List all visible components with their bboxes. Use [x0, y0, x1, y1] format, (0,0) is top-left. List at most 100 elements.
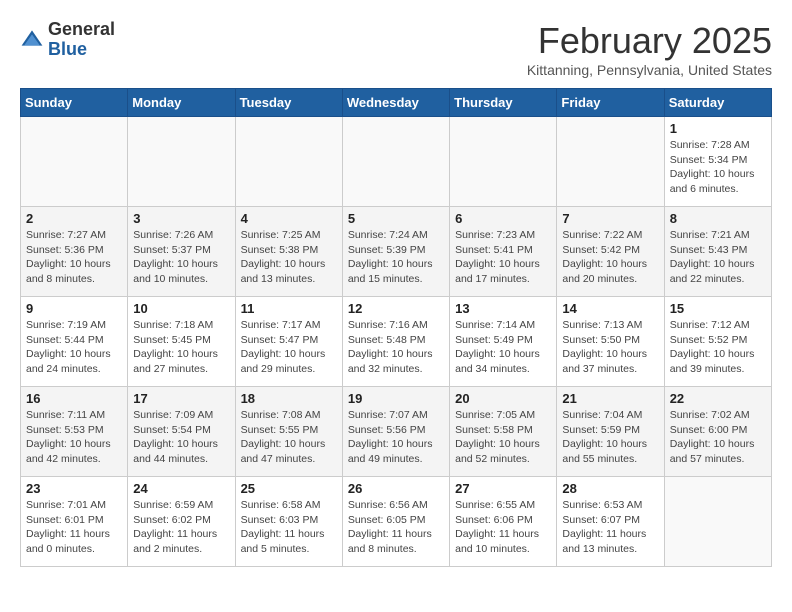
- day-number: 5: [348, 211, 444, 226]
- calendar-day-cell: [342, 117, 449, 207]
- logo-blue-text: Blue: [48, 39, 87, 59]
- calendar-week-row: 1 Sunrise: 7:28 AMSunset: 5:34 PMDaylight…: [21, 117, 772, 207]
- day-info: Sunrise: 7:21 AMSunset: 5:43 PMDaylight:…: [670, 228, 766, 287]
- calendar-day-cell: 19 Sunrise: 7:07 AMSunset: 5:56 PMDayligh…: [342, 387, 449, 477]
- day-info: Sunrise: 7:04 AMSunset: 5:59 PMDaylight:…: [562, 408, 658, 467]
- day-number: 19: [348, 391, 444, 406]
- day-info: Sunrise: 7:25 AMSunset: 5:38 PMDaylight:…: [241, 228, 337, 287]
- day-info: Sunrise: 7:02 AMSunset: 6:00 PMDaylight:…: [670, 408, 766, 467]
- calendar-week-row: 2 Sunrise: 7:27 AMSunset: 5:36 PMDaylight…: [21, 207, 772, 297]
- calendar-day-cell: 11 Sunrise: 7:17 AMSunset: 5:47 PMDayligh…: [235, 297, 342, 387]
- location-subtitle: Kittanning, Pennsylvania, United States: [527, 62, 772, 78]
- calendar-day-cell: 26 Sunrise: 6:56 AMSunset: 6:05 PMDayligh…: [342, 477, 449, 567]
- day-info: Sunrise: 6:56 AMSunset: 6:05 PMDaylight:…: [348, 498, 444, 557]
- calendar-day-cell: 13 Sunrise: 7:14 AMSunset: 5:49 PMDayligh…: [450, 297, 557, 387]
- day-info: Sunrise: 7:16 AMSunset: 5:48 PMDaylight:…: [348, 318, 444, 377]
- calendar-table: SundayMondayTuesdayWednesdayThursdayFrid…: [20, 88, 772, 567]
- calendar-day-cell: 15 Sunrise: 7:12 AMSunset: 5:52 PMDayligh…: [664, 297, 771, 387]
- day-info: Sunrise: 7:19 AMSunset: 5:44 PMDaylight:…: [26, 318, 122, 377]
- day-number: 2: [26, 211, 122, 226]
- weekday-header-saturday: Saturday: [664, 89, 771, 117]
- day-number: 14: [562, 301, 658, 316]
- day-info: Sunrise: 7:27 AMSunset: 5:36 PMDaylight:…: [26, 228, 122, 287]
- weekday-header-monday: Monday: [128, 89, 235, 117]
- logo: General Blue: [20, 20, 115, 60]
- day-number: 3: [133, 211, 229, 226]
- day-info: Sunrise: 7:24 AMSunset: 5:39 PMDaylight:…: [348, 228, 444, 287]
- calendar-day-cell: 5 Sunrise: 7:24 AMSunset: 5:39 PMDaylight…: [342, 207, 449, 297]
- day-number: 18: [241, 391, 337, 406]
- calendar-day-cell: 14 Sunrise: 7:13 AMSunset: 5:50 PMDayligh…: [557, 297, 664, 387]
- day-number: 20: [455, 391, 551, 406]
- calendar-day-cell: 27Sunrise: 6:55 AMSunset: 6:06 PMDayligh…: [450, 477, 557, 567]
- calendar-day-cell: 7Sunrise: 7:22 AMSunset: 5:42 PMDaylight…: [557, 207, 664, 297]
- day-number: 10: [133, 301, 229, 316]
- day-number: 26: [348, 481, 444, 496]
- calendar-day-cell: 21 Sunrise: 7:04 AMSunset: 5:59 PMDayligh…: [557, 387, 664, 477]
- calendar-day-cell: 28 Sunrise: 6:53 AMSunset: 6:07 PMDayligh…: [557, 477, 664, 567]
- calendar-day-cell: 1 Sunrise: 7:28 AMSunset: 5:34 PMDaylight…: [664, 117, 771, 207]
- day-number: 12: [348, 301, 444, 316]
- logo-text: General Blue: [48, 20, 115, 60]
- day-info: Sunrise: 7:12 AMSunset: 5:52 PMDaylight:…: [670, 318, 766, 377]
- calendar-week-row: 9 Sunrise: 7:19 AMSunset: 5:44 PMDaylight…: [21, 297, 772, 387]
- page-header: General Blue February 2025 Kittanning, P…: [20, 20, 772, 78]
- calendar-day-cell: [557, 117, 664, 207]
- day-info: Sunrise: 7:13 AMSunset: 5:50 PMDaylight:…: [562, 318, 658, 377]
- day-info: Sunrise: 7:05 AMSunset: 5:58 PMDaylight:…: [455, 408, 551, 467]
- day-number: 23: [26, 481, 122, 496]
- calendar-day-cell: 6Sunrise: 7:23 AMSunset: 5:41 PMDaylight…: [450, 207, 557, 297]
- day-info: Sunrise: 7:28 AMSunset: 5:34 PMDaylight:…: [670, 138, 766, 197]
- day-info: Sunrise: 7:07 AMSunset: 5:56 PMDaylight:…: [348, 408, 444, 467]
- day-number: 7: [562, 211, 658, 226]
- calendar-day-cell: 20 Sunrise: 7:05 AMSunset: 5:58 PMDayligh…: [450, 387, 557, 477]
- day-info: Sunrise: 7:14 AMSunset: 5:49 PMDaylight:…: [455, 318, 551, 377]
- logo-general-text: General: [48, 19, 115, 39]
- month-title: February 2025: [527, 20, 772, 62]
- day-info: Sunrise: 7:11 AMSunset: 5:53 PMDaylight:…: [26, 408, 122, 467]
- weekday-header-sunday: Sunday: [21, 89, 128, 117]
- day-number: 25: [241, 481, 337, 496]
- weekday-header-thursday: Thursday: [450, 89, 557, 117]
- day-number: 11: [241, 301, 337, 316]
- calendar-day-cell: 17Sunrise: 7:09 AMSunset: 5:54 PMDayligh…: [128, 387, 235, 477]
- day-info: Sunrise: 6:53 AMSunset: 6:07 PMDaylight:…: [562, 498, 658, 557]
- day-number: 21: [562, 391, 658, 406]
- calendar-day-cell: 22 Sunrise: 7:02 AMSunset: 6:00 PMDayligh…: [664, 387, 771, 477]
- calendar-day-cell: 8 Sunrise: 7:21 AMSunset: 5:43 PMDaylight…: [664, 207, 771, 297]
- day-number: 9: [26, 301, 122, 316]
- calendar-day-cell: 24 Sunrise: 6:59 AMSunset: 6:02 PMDayligh…: [128, 477, 235, 567]
- weekday-header-wednesday: Wednesday: [342, 89, 449, 117]
- weekday-header-tuesday: Tuesday: [235, 89, 342, 117]
- day-number: 15: [670, 301, 766, 316]
- calendar-day-cell: 4Sunrise: 7:25 AMSunset: 5:38 PMDaylight…: [235, 207, 342, 297]
- day-number: 13: [455, 301, 551, 316]
- day-number: 27: [455, 481, 551, 496]
- title-block: February 2025 Kittanning, Pennsylvania, …: [527, 20, 772, 78]
- calendar-day-cell: 3 Sunrise: 7:26 AMSunset: 5:37 PMDaylight…: [128, 207, 235, 297]
- calendar-week-row: 23Sunrise: 7:01 AMSunset: 6:01 PMDayligh…: [21, 477, 772, 567]
- day-info: Sunrise: 7:23 AMSunset: 5:41 PMDaylight:…: [455, 228, 551, 287]
- calendar-day-cell: 9 Sunrise: 7:19 AMSunset: 5:44 PMDaylight…: [21, 297, 128, 387]
- calendar-header-row: SundayMondayTuesdayWednesdayThursdayFrid…: [21, 89, 772, 117]
- day-number: 16: [26, 391, 122, 406]
- calendar-day-cell: [664, 477, 771, 567]
- calendar-day-cell: [128, 117, 235, 207]
- calendar-day-cell: 16 Sunrise: 7:11 AMSunset: 5:53 PMDayligh…: [21, 387, 128, 477]
- calendar-day-cell: 18 Sunrise: 7:08 AMSunset: 5:55 PMDayligh…: [235, 387, 342, 477]
- calendar-day-cell: 25 Sunrise: 6:58 AMSunset: 6:03 PMDayligh…: [235, 477, 342, 567]
- weekday-header-friday: Friday: [557, 89, 664, 117]
- day-number: 8: [670, 211, 766, 226]
- day-info: Sunrise: 6:59 AMSunset: 6:02 PMDaylight:…: [133, 498, 229, 557]
- day-info: Sunrise: 7:08 AMSunset: 5:55 PMDaylight:…: [241, 408, 337, 467]
- day-number: 28: [562, 481, 658, 496]
- day-info: Sunrise: 7:18 AMSunset: 5:45 PMDaylight:…: [133, 318, 229, 377]
- day-number: 22: [670, 391, 766, 406]
- logo-icon: [20, 28, 44, 52]
- day-info: Sunrise: 7:26 AMSunset: 5:37 PMDaylight:…: [133, 228, 229, 287]
- day-info: Sunrise: 7:17 AMSunset: 5:47 PMDaylight:…: [241, 318, 337, 377]
- day-number: 1: [670, 121, 766, 136]
- day-info: Sunrise: 6:58 AMSunset: 6:03 PMDaylight:…: [241, 498, 337, 557]
- calendar-day-cell: 10 Sunrise: 7:18 AMSunset: 5:45 PMDayligh…: [128, 297, 235, 387]
- day-number: 24: [133, 481, 229, 496]
